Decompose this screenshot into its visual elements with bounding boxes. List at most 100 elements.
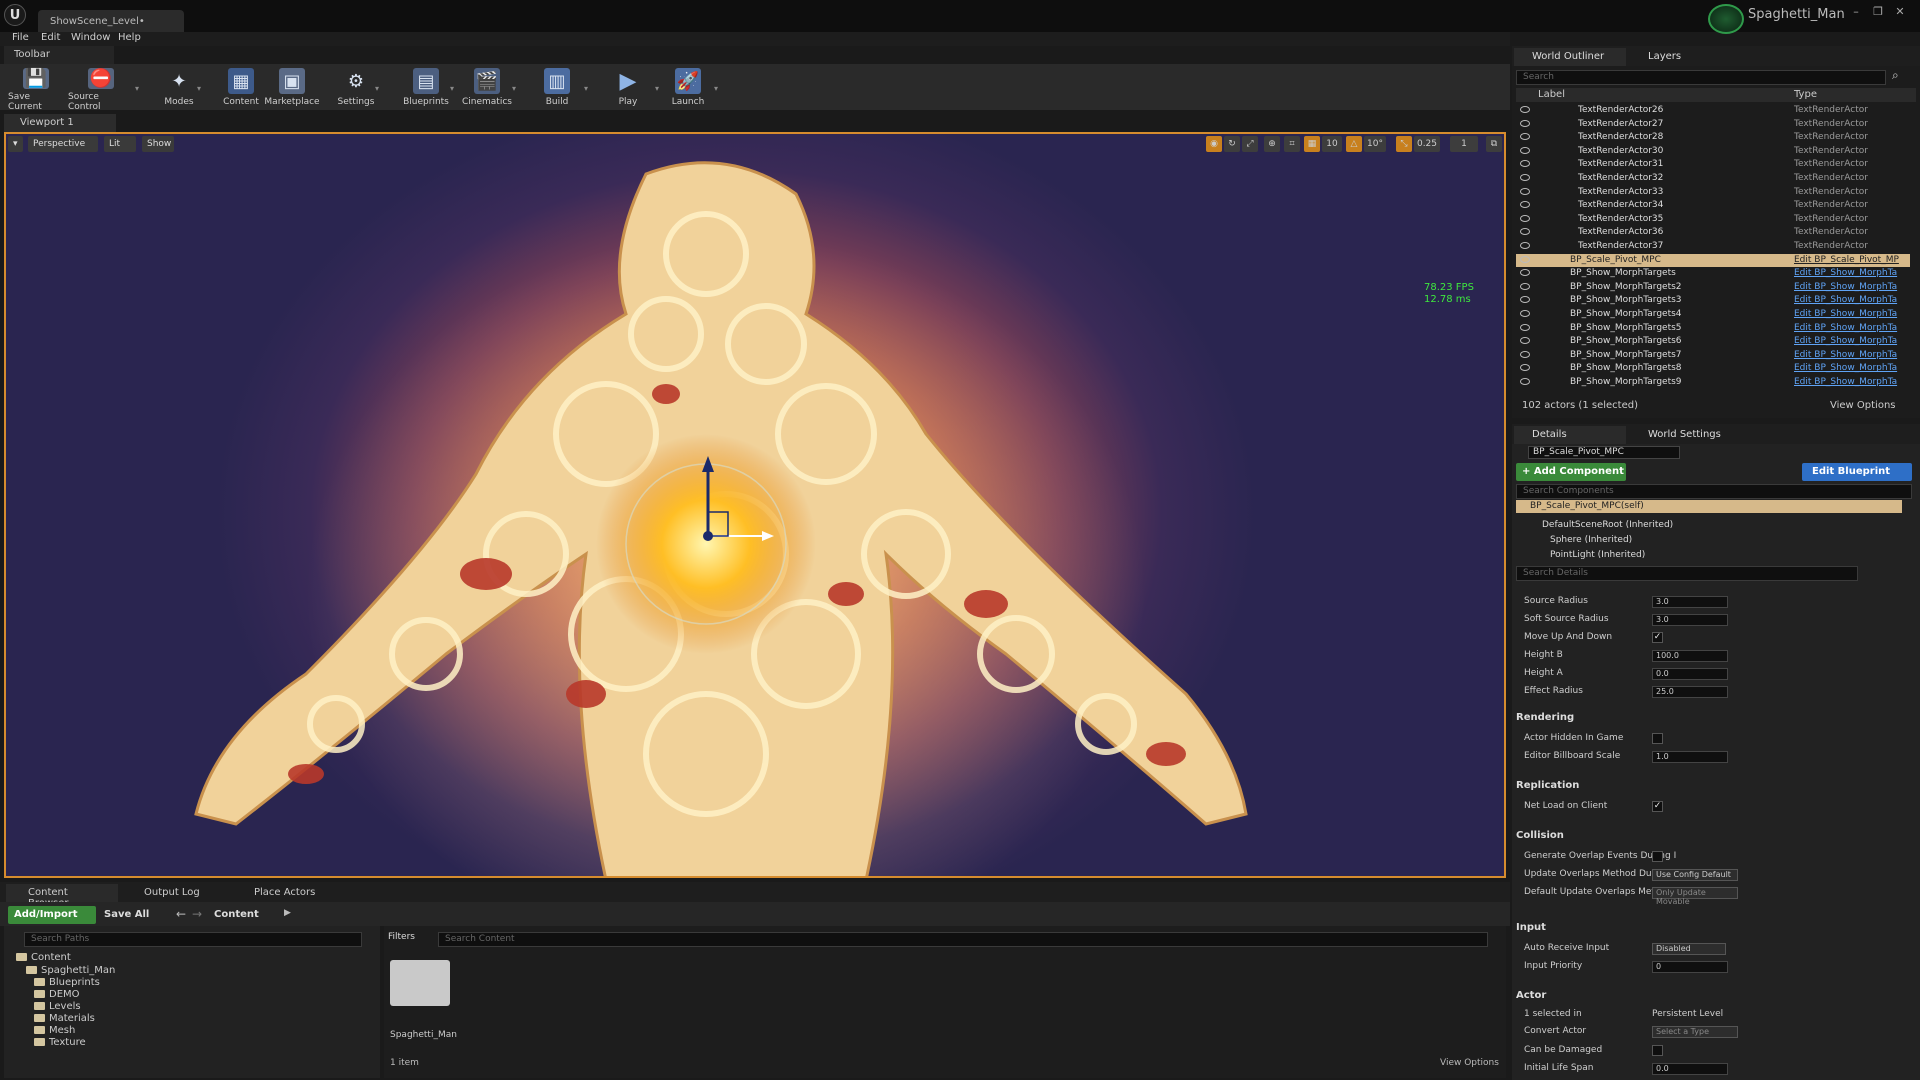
grid-snap-icon[interactable]: ▦	[1304, 136, 1320, 152]
viewport-tab[interactable]: Viewport 1	[4, 114, 116, 132]
tree-item-mesh[interactable]: Mesh	[34, 1025, 75, 1036]
tab-details[interactable]: Details	[1514, 426, 1626, 444]
outliner-row-type[interactable]: Edit BP_Show_MorphTa	[1794, 363, 1897, 373]
visibility-eye-icon[interactable]	[1520, 255, 1530, 263]
outliner-row[interactable]: TextRenderActor37 TextRenderActor	[1516, 240, 1910, 254]
scale-snap-value[interactable]: 0.25	[1414, 136, 1440, 152]
chevron-down-icon[interactable]: ▾	[512, 84, 516, 93]
outliner-row-type[interactable]: Edit BP_Show_MorphTa	[1794, 295, 1897, 305]
search-details-input[interactable]: Search Details	[1516, 566, 1858, 581]
marketplace-button[interactable]: ▣ Marketplace	[264, 64, 320, 110]
outliner-row[interactable]: BP_Show_MorphTargets3 Edit BP_Show_MorphT…	[1516, 294, 1910, 308]
outliner-row-type[interactable]: Edit BP_Show_MorphTa	[1794, 268, 1897, 278]
visibility-eye-icon[interactable]	[1520, 296, 1530, 304]
outliner-row-type[interactable]: Edit BP_Scale_Pivot_MP	[1794, 255, 1899, 265]
content-button[interactable]: ▦ Content	[222, 64, 260, 110]
launch-button[interactable]: 🚀 Launch	[670, 64, 706, 110]
outliner-row-type[interactable]: Edit BP_Show_MorphTa	[1794, 350, 1897, 360]
tab-place-actors[interactable]: Place Actors	[232, 884, 342, 902]
back-arrow-icon[interactable]: ←	[176, 907, 186, 921]
outliner-row-type[interactable]: Edit BP_Show_MorphTa	[1794, 282, 1897, 292]
outliner-row[interactable]: TextRenderActor35 TextRenderActor	[1516, 213, 1910, 227]
tab-world-outliner[interactable]: World Outliner	[1514, 48, 1626, 66]
tree-item-levels[interactable]: Levels	[34, 1001, 81, 1012]
toolbar-tab[interactable]: Toolbar	[4, 46, 114, 64]
tree-project[interactable]: Spaghetti_Man	[26, 965, 115, 976]
visibility-eye-icon[interactable]	[1520, 160, 1530, 168]
level-document-tab[interactable]: ShowScene_Level•	[38, 10, 184, 32]
actor-hidden-checkbox[interactable]	[1652, 733, 1663, 744]
scale-tool-icon[interactable]: ⤢	[1242, 136, 1258, 152]
outliner-row[interactable]: BP_Show_MorphTargets7 Edit BP_Show_MorphT…	[1516, 349, 1910, 363]
outliner-row-type[interactable]: Edit BP_Show_MorphTa	[1794, 336, 1897, 346]
prop-value-field[interactable]: 0.0	[1652, 668, 1728, 680]
visibility-eye-icon[interactable]	[1520, 269, 1530, 277]
tab-world-settings[interactable]: World Settings	[1630, 426, 1740, 444]
chevron-right-icon[interactable]: ▶	[284, 908, 291, 918]
outliner-row[interactable]: BP_Show_MorphTargets2 Edit BP_Show_MorphT…	[1516, 281, 1910, 295]
auto-receive-dropdown[interactable]: Disabled	[1652, 943, 1726, 955]
move-up-down-checkbox[interactable]: ✓	[1652, 632, 1663, 643]
globe-icon[interactable]: ⊕	[1264, 136, 1280, 152]
minimize-button[interactable]: –	[1846, 3, 1866, 19]
tab-output-log[interactable]: Output Log	[122, 884, 228, 902]
unreal-logo-icon[interactable]: U	[4, 4, 26, 26]
outliner-row[interactable]: BP_Show_MorphTargets6 Edit BP_Show_MorphT…	[1516, 335, 1910, 349]
visibility-eye-icon[interactable]	[1520, 337, 1530, 345]
initial-life-span-field[interactable]: 0.0	[1652, 1063, 1728, 1075]
visibility-eye-icon[interactable]	[1520, 106, 1530, 113]
level-viewport[interactable]	[4, 132, 1506, 878]
visibility-eye-icon[interactable]	[1520, 214, 1530, 222]
outliner-row[interactable]: TextRenderActor28 TextRenderActor	[1516, 131, 1910, 145]
billboard-scale-field[interactable]: 1.0	[1652, 751, 1728, 763]
outliner-row[interactable]: BP_Show_MorphTargets5 Edit BP_Show_MorphT…	[1516, 322, 1910, 336]
add-import-button[interactable]: Add/Import	[8, 906, 96, 924]
generate-overlap-checkbox[interactable]	[1652, 851, 1663, 862]
outliner-view-options[interactable]: View Options	[1830, 400, 1896, 411]
perspective-button[interactable]: Perspective	[28, 136, 98, 152]
section-collision[interactable]: Collision	[1516, 830, 1564, 841]
maximize-button[interactable]: ❐	[1868, 3, 1888, 19]
outliner-row[interactable]: TextRenderActor36 TextRenderActor	[1516, 226, 1910, 240]
visibility-eye-icon[interactable]	[1520, 187, 1530, 195]
visibility-eye-icon[interactable]	[1520, 242, 1530, 249]
camera-speed-button[interactable]: 1	[1450, 136, 1478, 152]
column-label-header[interactable]: Label	[1538, 89, 1565, 100]
component-point-light[interactable]: PointLight (Inherited)	[1550, 550, 1645, 560]
show-button[interactable]: Show	[142, 136, 174, 152]
update-overlap-dropdown[interactable]: Use Config Default	[1652, 869, 1738, 881]
outliner-row[interactable]: TextRenderActor30 TextRenderActor	[1516, 145, 1910, 159]
visibility-eye-icon[interactable]	[1520, 378, 1530, 385]
search-icon[interactable]: ⌕	[1892, 68, 1899, 83]
asset-label[interactable]: Spaghetti_Man	[390, 1030, 457, 1040]
prop-value-field[interactable]: 100.0	[1652, 650, 1728, 662]
outliner-row[interactable]: TextRenderActor31 TextRenderActor	[1516, 158, 1910, 172]
section-replication[interactable]: Replication	[1516, 780, 1579, 791]
chevron-down-icon[interactable]: ▾	[135, 84, 139, 93]
menu-window[interactable]: Window	[71, 32, 110, 43]
visibility-eye-icon[interactable]	[1520, 350, 1530, 358]
maximize-viewport-icon[interactable]: ⧉	[1486, 136, 1502, 152]
chevron-down-icon[interactable]: ▾	[375, 84, 379, 93]
build-button[interactable]: ▥ Build	[540, 64, 574, 110]
path-breadcrumb[interactable]: Content	[214, 909, 259, 920]
outliner-row[interactable]: TextRenderActor27 TextRenderActor	[1516, 118, 1910, 132]
visibility-eye-icon[interactable]	[1520, 323, 1530, 331]
close-button[interactable]: ✕	[1890, 3, 1910, 19]
search-paths-input[interactable]: Search Paths	[24, 932, 362, 947]
tree-item-texture[interactable]: Texture	[34, 1037, 86, 1048]
can-be-damaged-checkbox[interactable]	[1652, 1045, 1663, 1056]
folder-asset-icon[interactable]	[390, 960, 450, 1006]
section-rendering[interactable]: Rendering	[1516, 712, 1574, 723]
surface-snap-icon[interactable]: ⌗	[1284, 136, 1300, 152]
add-component-button[interactable]: + Add Component	[1516, 463, 1626, 481]
filters-button[interactable]: Filters	[388, 932, 415, 942]
component-self[interactable]: BP_Scale_Pivot_MPC(self)	[1516, 500, 1902, 513]
outliner-row[interactable]: BP_Show_MorphTargets4 Edit BP_Show_MorphT…	[1516, 308, 1910, 322]
chevron-down-icon[interactable]: ▾	[197, 84, 201, 93]
default-overlap-dropdown[interactable]: Only Update Movable	[1652, 887, 1738, 906]
visibility-eye-icon[interactable]	[1520, 146, 1530, 154]
menu-help[interactable]: Help	[118, 32, 141, 43]
search-content-input[interactable]: Search Content	[438, 932, 1488, 947]
visibility-eye-icon[interactable]	[1520, 201, 1530, 209]
